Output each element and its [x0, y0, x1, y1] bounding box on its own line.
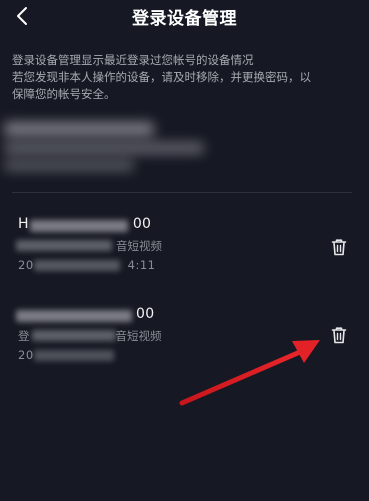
- device-app-suffix: 音短视频: [115, 329, 162, 343]
- description-text: 登录设备管理显示最近登录过您帐号的设备情况 若您发现非本人操作的设备，请及时移除…: [12, 52, 357, 103]
- redaction-mask: [16, 310, 132, 322]
- top-bar: 登录设备管理: [0, 0, 369, 32]
- device-login-time: 20: [18, 348, 34, 362]
- device-name-suffix: 00: [136, 306, 155, 322]
- device-list-item: H 00 音短视频 20 4:11: [0, 212, 369, 282]
- blurred-device-name: [4, 122, 154, 136]
- blurred-device-time: [4, 160, 134, 171]
- device-management-screen: 登录设备管理 登录设备管理显示最近登录过您帐号的设备情况 若您发现非本人操作的设…: [0, 0, 369, 501]
- redaction-mask: [30, 220, 128, 232]
- blurred-device-app: [4, 142, 204, 154]
- delete-device-button[interactable]: [326, 322, 352, 348]
- page-title: 登录设备管理: [132, 9, 237, 29]
- description-line: 保障您的帐号安全。: [12, 87, 116, 101]
- device-name-suffix: 00: [132, 216, 152, 232]
- device-app-suffix: 音短视频: [116, 239, 162, 253]
- delete-device-button[interactable]: [326, 234, 352, 260]
- trash-icon: [331, 239, 347, 256]
- device-time-prefix: 20: [18, 258, 34, 272]
- divider: [12, 192, 352, 193]
- redaction-mask: [16, 240, 112, 251]
- device-app-prefix: 登: [18, 329, 30, 343]
- device-list-item: 00 登 音短视频 20: [0, 302, 369, 372]
- redaction-mask: [32, 330, 116, 341]
- redaction-mask: [34, 350, 114, 361]
- device-name-prefix: H: [18, 216, 29, 232]
- description-line: 登录设备管理显示最近登录过您帐号的设备情况: [12, 53, 254, 67]
- device-time-prefix: 20: [18, 348, 34, 362]
- description-line: 若您发现非本人操作的设备，请及时移除，并更换密码，以: [12, 70, 311, 84]
- device-time-suffix: 4:11: [127, 258, 156, 272]
- current-device-blurred: [0, 116, 369, 180]
- trash-icon: [331, 327, 347, 344]
- redaction-mask: [34, 260, 120, 271]
